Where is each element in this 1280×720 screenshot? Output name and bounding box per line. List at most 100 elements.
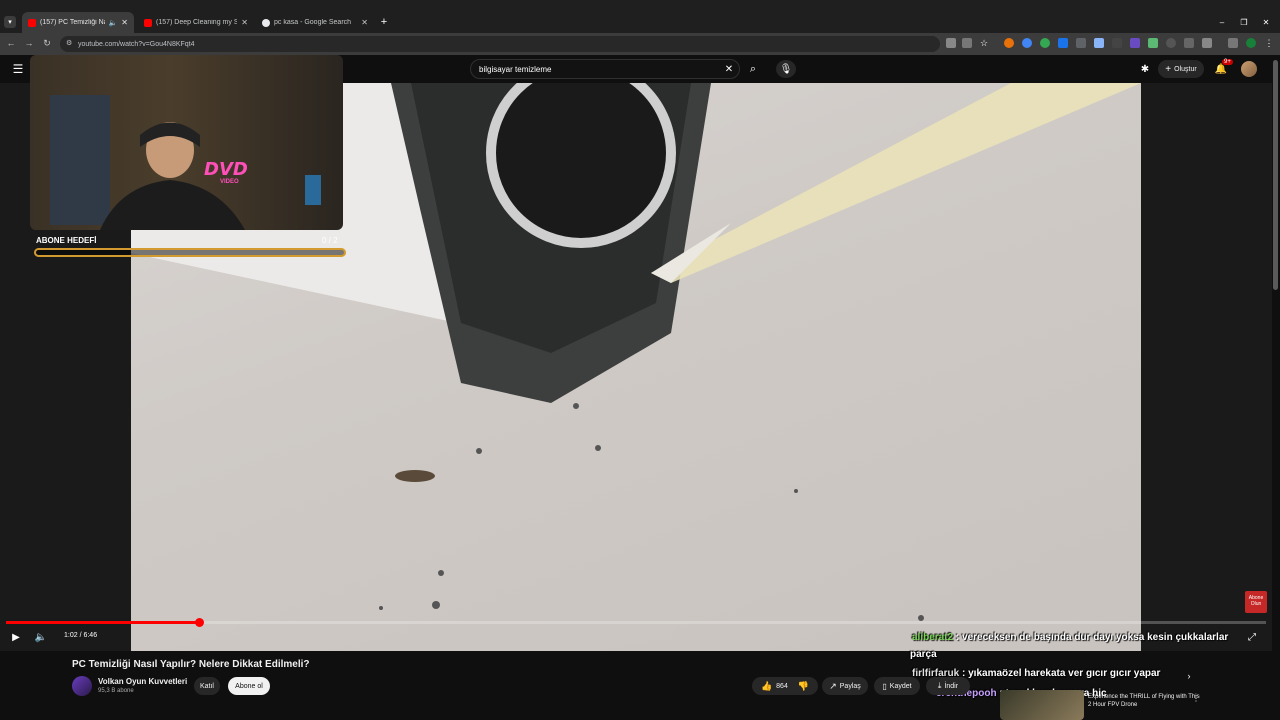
play-icon[interactable]: ▶ — [10, 631, 22, 643]
bookmark-star-icon[interactable]: ☆ — [978, 37, 990, 49]
like-count: 864 — [776, 682, 788, 690]
search-text: bilgisayar temizleme — [479, 64, 552, 74]
page-scrollbar[interactable] — [1273, 60, 1278, 290]
join-button[interactable]: Katıl — [194, 677, 220, 695]
recommended-thumbnail[interactable] — [1000, 690, 1084, 720]
extension-icon[interactable] — [1148, 38, 1158, 48]
fullscreen-icon[interactable]: ⤢ — [1246, 631, 1258, 643]
profile-avatar-icon[interactable] — [1246, 38, 1256, 48]
account-avatar[interactable] — [1241, 61, 1257, 77]
minimize-button[interactable]: – — [1216, 16, 1228, 28]
streamer-webcam: DVD VIDEO — [30, 55, 343, 230]
eye-off-icon[interactable] — [962, 38, 972, 48]
hamburger-menu-icon[interactable]: ☰ — [10, 62, 26, 76]
share-button[interactable]: ↗ Paylaş — [822, 677, 868, 695]
like-dislike-group[interactable]: 👍 864 👎 — [752, 677, 818, 695]
extension-icon[interactable] — [1130, 38, 1140, 48]
save-label: Kaydet — [889, 682, 912, 690]
cast-icon[interactable] — [946, 38, 956, 48]
chat-text: : yıkamaözel harekata ver gıcır gıcır ya… — [962, 668, 1161, 679]
tab-search-icon[interactable]: ▾ — [4, 16, 16, 28]
tab-title: (157) PC Temizliği Nasıl Yapılır? — [40, 19, 105, 26]
subscribe-button[interactable]: Abone ol — [228, 677, 270, 695]
tab-close-icon[interactable]: ✕ — [361, 18, 368, 27]
share-label: Paylaş — [839, 682, 861, 690]
bookmark-icon: ▯ — [882, 681, 887, 691]
youtube-favicon-icon — [28, 18, 36, 27]
video-title: PC Temizliği Nasıl Yapılır? Nelere Dikka… — [72, 659, 310, 670]
plus-icon: + — [1165, 63, 1172, 75]
microphone-icon[interactable]: 🎙 — [776, 60, 796, 78]
subscriber-goal-bar — [34, 248, 346, 257]
tab-pc-cleaning[interactable]: (157) PC Temizliği Nasıl Yapılır? 🔈 ✕ — [22, 12, 134, 33]
dust-particle — [794, 489, 798, 493]
tab-google-search[interactable]: pc kasa - Google Search ✕ — [256, 12, 374, 33]
extension-icon[interactable] — [1022, 38, 1032, 48]
thumbs-up-icon[interactable]: 👍 — [761, 681, 772, 692]
search-icon[interactable]: ⌕ — [744, 62, 762, 76]
dust-particle — [595, 445, 601, 451]
progress-fill — [6, 621, 199, 624]
save-button[interactable]: ▯ Kaydet — [874, 677, 920, 695]
dust-particle — [573, 403, 579, 409]
download-label: İndir — [944, 682, 959, 690]
create-button[interactable]: + Oluştur — [1158, 60, 1204, 78]
more-options-icon[interactable]: ⋮ — [1192, 693, 1200, 703]
reload-icon[interactable]: ↻ — [40, 36, 54, 50]
recommended-title[interactable]: Experience the THRILL of Flying with Thi… — [1088, 693, 1200, 709]
subscriber-goal-label: ABONE HEDEFİ — [36, 236, 97, 245]
back-arrow-icon[interactable]: ← — [4, 36, 18, 50]
tab-deep-cleaning[interactable]: (157) Deep Cleaning my SUPER ✕ — [138, 12, 254, 33]
browser-menu-icon[interactable]: ⋮ — [1264, 37, 1274, 49]
clear-search-icon[interactable]: ✕ — [722, 62, 736, 76]
dust-particle — [379, 606, 383, 610]
extension-icon[interactable] — [1112, 38, 1122, 48]
brush-handle — [651, 83, 1141, 283]
thumbs-down-icon[interactable]: 👎 — [798, 681, 809, 692]
profile-sync-icon[interactable] — [1228, 38, 1238, 48]
subscriber-count: 95,3 B abone — [98, 688, 134, 694]
tab-title: pc kasa - Google Search — [274, 19, 352, 26]
streamer-shirt — [100, 180, 245, 230]
extension-gear-icon[interactable]: ✱ — [1138, 62, 1152, 76]
google-favicon-icon — [262, 18, 270, 27]
dust-clump — [395, 470, 435, 482]
address-bar[interactable]: ⚙ youtube.com/watch?v=Gou4N8KFqt4 — [60, 36, 940, 52]
site-info-icon[interactable]: ⚙ — [66, 39, 72, 47]
dust-particle — [432, 601, 440, 609]
tab-close-icon[interactable]: ✕ — [121, 18, 128, 27]
channel-name[interactable]: Volkan Oyun Kuvvetleri — [98, 677, 187, 686]
download-icon: ⤓ — [937, 681, 942, 690]
extension-icon[interactable] — [1040, 38, 1050, 48]
share-arrow-icon: ↗ — [829, 680, 837, 691]
chat-text: parça — [910, 649, 937, 660]
notification-count-badge: 9+ — [1222, 59, 1233, 65]
tab-title: (157) Deep Cleaning my SUPER — [156, 19, 238, 26]
chat-message-continuation: parça — [910, 649, 937, 660]
volume-icon[interactable]: 🔈 — [34, 631, 48, 643]
chat-message: aliberat2 : vereceksen de başında dur da… — [912, 632, 1228, 643]
tab-close-icon[interactable]: ✕ — [241, 18, 248, 27]
close-window-button[interactable]: ✕ — [1260, 16, 1272, 28]
download-button[interactable]: ⤓ İndir — [926, 677, 970, 695]
dust-particle — [438, 570, 444, 576]
channel-avatar[interactable] — [72, 676, 92, 696]
extension-icon[interactable] — [1076, 38, 1086, 48]
extension-icon[interactable] — [1184, 38, 1194, 48]
subscriber-goal-count: 0 / 2 — [322, 236, 338, 245]
extension-icon[interactable] — [1004, 38, 1014, 48]
chat-username: aliberat2 — [912, 632, 954, 643]
progress-scrubber[interactable] — [194, 618, 204, 627]
search-input[interactable]: bilgisayar temizleme — [470, 59, 740, 79]
extension-icon[interactable] — [1166, 38, 1176, 48]
forward-arrow-icon[interactable]: → — [22, 36, 36, 50]
chat-text: : vereceksen de başında dur dayı yoksa k… — [955, 632, 1229, 643]
extension-icon[interactable] — [1058, 38, 1068, 48]
restore-button[interactable]: ❐ — [1238, 16, 1250, 28]
new-tab-button[interactable]: + — [378, 16, 390, 28]
chevron-right-icon[interactable]: › — [1184, 670, 1194, 682]
create-label: Oluştur — [1174, 65, 1197, 73]
case-fan — [486, 83, 676, 248]
extension-icon[interactable] — [1094, 38, 1104, 48]
extensions-puzzle-icon[interactable] — [1202, 38, 1212, 48]
